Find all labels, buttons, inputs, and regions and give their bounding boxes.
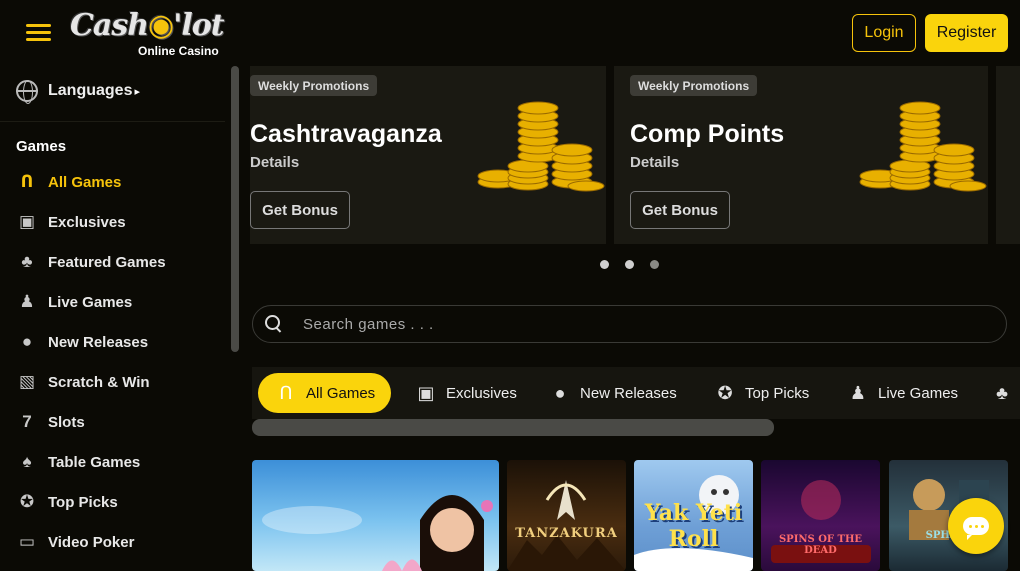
dealer-icon: ♟ bbox=[19, 292, 35, 311]
tab-label: All Games bbox=[306, 384, 376, 402]
top-header: Cash◉'lot Online Casino Login Register bbox=[0, 0, 1020, 66]
sidebar-item-top-picks[interactable]: ✪ Top Picks bbox=[16, 482, 166, 522]
get-bonus-button[interactable]: Get Bonus bbox=[250, 191, 350, 229]
dealer-icon: ♟ bbox=[849, 382, 867, 403]
carousel-dot[interactable] bbox=[650, 260, 659, 269]
exclusive-icon: ▣ bbox=[18, 212, 36, 231]
hamburger-menu-icon[interactable] bbox=[26, 23, 52, 43]
promo-tag: Weekly Promotions bbox=[630, 75, 758, 96]
promo-title: Cashtravaganza bbox=[250, 120, 442, 148]
sidebar-item-table-games[interactable]: ♠ Table Games bbox=[16, 442, 166, 482]
monitor-icon: ▭ bbox=[18, 532, 36, 551]
sidebar-item-label: Slots bbox=[48, 413, 85, 431]
promo-details-link[interactable]: Details bbox=[250, 154, 299, 171]
promo-title: Comp Points bbox=[630, 120, 785, 148]
sidebar-item-label: Scratch & Win bbox=[48, 373, 150, 391]
search-bar bbox=[252, 305, 1007, 343]
sidebar-item-video-poker[interactable]: ▭ Video Poker bbox=[16, 522, 166, 562]
carousel-dot[interactable] bbox=[600, 260, 609, 269]
award-icon: ✪ bbox=[717, 382, 733, 403]
tab-label: Top Picks bbox=[745, 384, 810, 402]
promo-card-peek[interactable] bbox=[996, 66, 1020, 244]
game-title: Yak Yeti Roll bbox=[644, 500, 743, 552]
cherries-icon: ● bbox=[554, 382, 566, 403]
logo-subtitle: Online Casino bbox=[138, 44, 219, 58]
get-bonus-button[interactable]: Get Bonus bbox=[630, 191, 730, 229]
game-art-woman-lotus bbox=[262, 495, 493, 571]
promo-tag: Weekly Promotions bbox=[250, 75, 378, 96]
tab-label: Exclusives bbox=[446, 384, 517, 402]
game-title: TANZAKURA bbox=[515, 526, 618, 541]
card-icon: ♠ bbox=[22, 452, 32, 471]
sidebar-item-label: Top Picks bbox=[48, 493, 118, 511]
game-tile[interactable]: SPINS OF THE DEAD bbox=[761, 460, 880, 571]
logo-wordmark: Cash◉'lot bbox=[70, 8, 225, 43]
tab-all-games[interactable]: Ո All Games bbox=[258, 373, 392, 413]
cherries-icon: ● bbox=[21, 332, 33, 351]
game-title: SPINS OF THE DEAD bbox=[778, 534, 863, 556]
tab-label: New Releases bbox=[580, 384, 677, 402]
chat-icon bbox=[963, 517, 989, 540]
sidebar-item-label: Exclusives bbox=[48, 213, 126, 231]
sidebar-item-scratch-win[interactable]: ▧ Scratch & Win bbox=[16, 362, 166, 402]
sidebar-item-label: Video Poker bbox=[48, 533, 135, 551]
sidebar-nav: Ո All Games ▣ Exclusives ♣ Featured Game… bbox=[16, 162, 166, 562]
chevron-right-icon: ▸ bbox=[134, 85, 140, 98]
sidebar: Languages ▸ Games Ո All Games ▣ Exclusiv… bbox=[0, 66, 245, 571]
tabs-scrollbar[interactable] bbox=[252, 419, 774, 436]
scratch-icon: ▧ bbox=[18, 372, 36, 391]
search-icon bbox=[265, 315, 283, 333]
tab-new-releases[interactable]: ● New Releases bbox=[550, 373, 677, 413]
horseshoe-icon: Ո bbox=[279, 382, 293, 403]
gold-coins-image bbox=[477, 101, 605, 192]
sidebar-item-live-games[interactable]: ♟ Live Games bbox=[16, 282, 166, 322]
register-button[interactable]: Register bbox=[925, 14, 1008, 52]
clover-icon: ♣ bbox=[996, 382, 1008, 403]
gold-coins-image bbox=[859, 101, 987, 192]
category-tabs: Ո All Games ▣ Exclusives ● New Releases … bbox=[252, 367, 1020, 419]
login-button[interactable]: Login bbox=[852, 14, 916, 52]
sidebar-item-slots[interactable]: 7 Slots bbox=[16, 402, 166, 442]
tab-live-games[interactable]: ♟ Live Games bbox=[848, 373, 958, 413]
game-art-crane bbox=[507, 480, 626, 571]
sidebar-item-label: All Games bbox=[48, 173, 122, 191]
sidebar-scrollbar[interactable] bbox=[231, 66, 239, 352]
sidebar-item-all-games[interactable]: Ո All Games bbox=[16, 162, 166, 202]
globe-icon bbox=[16, 80, 38, 104]
horseshoe-icon: Ո bbox=[20, 172, 34, 191]
game-tile[interactable]: TANZAKURA bbox=[507, 460, 626, 571]
sidebar-divider bbox=[0, 121, 225, 122]
sidebar-item-label: New Releases bbox=[48, 333, 149, 351]
games-section-title: Games bbox=[16, 138, 67, 155]
clover-icon: ♣ bbox=[21, 252, 33, 271]
live-chat-button[interactable] bbox=[948, 498, 1004, 554]
sidebar-item-label: Live Games bbox=[48, 293, 133, 311]
seven-icon: 7 bbox=[22, 412, 32, 431]
tab-overflow[interactable]: ♣ bbox=[992, 373, 1012, 413]
promo-details-link[interactable]: Details bbox=[630, 154, 679, 171]
carousel-dots bbox=[600, 260, 659, 269]
sidebar-item-featured-games[interactable]: ♣ Featured Games bbox=[16, 242, 166, 282]
tab-exclusives[interactable]: ▣ Exclusives bbox=[416, 373, 517, 413]
exclusive-icon: ▣ bbox=[417, 382, 435, 403]
tab-top-picks[interactable]: ✪ Top Picks bbox=[715, 373, 809, 413]
search-input[interactable] bbox=[303, 306, 993, 342]
award-icon: ✪ bbox=[19, 492, 35, 511]
languages-label: Languages bbox=[48, 82, 133, 99]
game-tile[interactable]: Yak Yeti Roll bbox=[634, 460, 753, 571]
promo-card[interactable]: Weekly Promotions Comp Points Details Ge… bbox=[614, 66, 988, 244]
languages-menu[interactable]: Languages ▸ bbox=[16, 80, 140, 104]
sidebar-item-new-releases[interactable]: ● New Releases bbox=[16, 322, 166, 362]
sidebar-item-label: Table Games bbox=[48, 453, 141, 471]
sidebar-item-exclusives[interactable]: ▣ Exclusives bbox=[16, 202, 166, 242]
tab-label: Live Games bbox=[878, 384, 959, 402]
promo-card[interactable]: Weekly Promotions Cashtravaganza Details… bbox=[250, 66, 606, 244]
sidebar-item-label: Featured Games bbox=[48, 253, 166, 271]
site-logo[interactable]: Cash◉'lot Online Casino bbox=[70, 6, 225, 60]
carousel-dot[interactable] bbox=[625, 260, 634, 269]
game-tile[interactable] bbox=[252, 460, 499, 571]
